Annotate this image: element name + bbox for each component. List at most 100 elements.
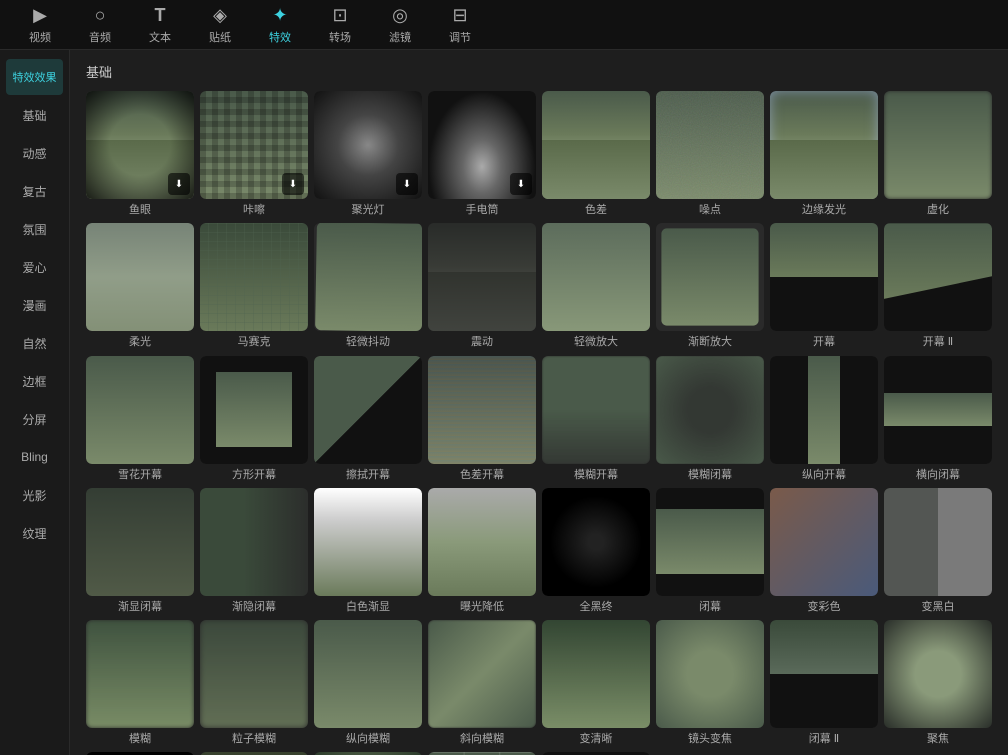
text-icon: T: [155, 5, 166, 26]
audio-icon: ○: [95, 5, 106, 26]
label-blur-open: 模糊开幕: [574, 468, 618, 482]
sidebar-item-retro[interactable]: 复古: [6, 173, 63, 209]
effect-spotlight[interactable]: ⬇ 聚光灯: [314, 91, 422, 217]
effect-white-fade[interactable]: ⬇ 白色渐显: [314, 488, 422, 614]
toolbar-adjust[interactable]: ⊟ 调节: [430, 3, 490, 47]
adjust-icon: ⊟: [452, 5, 467, 26]
effect-open2[interactable]: ⬇ 开幕 Ⅱ: [884, 223, 992, 349]
effect-vertical-open[interactable]: ⬇ 纵向开幕: [770, 356, 878, 482]
effect-snow-open[interactable]: ⬇ 雪花开幕: [86, 356, 194, 482]
effect-grain[interactable]: ⬇ 噪点: [656, 91, 764, 217]
effect-to-bw[interactable]: ⬇ 变黑白: [884, 488, 992, 614]
sidebar-item-nature[interactable]: 自然: [6, 325, 63, 361]
effect-noise[interactable]: ⬇ 咔嚓: [200, 91, 308, 217]
top-toolbar: ▶ 视频 ○ 音频 T 文本 ◈ 贴纸 ✦ 特效 ⊡ 转场 ◎ 滤镜 ⊟ 调节: [0, 0, 1008, 50]
sidebar-item-all-effects[interactable]: 特效效果: [6, 59, 63, 95]
toolbar-audio[interactable]: ○ 音频: [70, 3, 130, 47]
label-to-bw: 变黑白: [922, 600, 955, 614]
effect-blur-close[interactable]: ⬇ 模糊闭幕: [656, 356, 764, 482]
toolbar-text[interactable]: T 文本: [130, 3, 190, 47]
effect-zoom-lens[interactable]: ⬇ 镜头变焦: [656, 620, 764, 746]
label-open1: 开幕: [813, 335, 835, 349]
download-noise[interactable]: ⬇: [282, 173, 304, 195]
toolbar-sticker-label: 贴纸: [209, 29, 231, 45]
effect-color-change[interactable]: ⬇ 变彩色: [770, 488, 878, 614]
label-all-black: 全黑终: [580, 600, 613, 614]
effect-fisheye[interactable]: ⬇ 鱼眼: [86, 91, 194, 217]
sidebar-item-atmosphere[interactable]: 氛围: [6, 211, 63, 247]
download-flashlight[interactable]: ⬇: [510, 173, 532, 195]
label-color-change: 变彩色: [808, 600, 841, 614]
effect-focus[interactable]: ⬇ 聚焦: [884, 620, 992, 746]
effect-open1[interactable]: ⬇ 开幕: [770, 223, 878, 349]
label-flashlight: 手电筒: [466, 203, 499, 217]
effect-particle-blur[interactable]: ⬇ 粒子模糊: [200, 620, 308, 746]
effect-fade-in[interactable]: ⬇ 渐显闭幕: [86, 488, 194, 614]
toolbar-effects-label: 特效: [269, 29, 291, 45]
effect-sharpen[interactable]: ⬇ 变清晰: [542, 620, 650, 746]
label-fade-in: 渐显闭幕: [118, 600, 162, 614]
sidebar-item-split[interactable]: 分屏: [6, 401, 63, 437]
effect-mosaic[interactable]: ⬇ 马赛克: [200, 223, 308, 349]
effect-flashlight[interactable]: ⬇ 手电筒: [428, 91, 536, 217]
label-micro-zoom: 轻微放大: [574, 335, 618, 349]
effect-zoom-out[interactable]: ⬇ 渐断放大: [656, 223, 764, 349]
effect-micro-shake[interactable]: ⬇ 轻微抖动: [314, 223, 422, 349]
sidebar-item-motion[interactable]: 动感: [6, 135, 63, 171]
effect-rub-open[interactable]: ⬇ 擦拭开幕: [314, 356, 422, 482]
sidebar-item-bling[interactable]: Bling: [6, 439, 63, 475]
effects-grid: ⬇ 鱼眼 ⬇ 咔嚓 ⬇ 聚光灯: [86, 91, 992, 755]
sidebar-item-basic[interactable]: 基础: [6, 97, 63, 133]
sidebar-item-light[interactable]: 光影: [6, 477, 63, 513]
effect-blur-all[interactable]: ⬇ 虚化: [884, 91, 992, 217]
effect-blur-open[interactable]: ⬇ 模糊开幕: [542, 356, 650, 482]
label-mosaic: 马赛克: [238, 335, 271, 349]
label-shake: 震动: [471, 335, 493, 349]
download-fisheye[interactable]: ⬇: [168, 173, 190, 195]
label-spotlight: 聚光灯: [352, 203, 385, 217]
label-grain: 噪点: [699, 203, 721, 217]
effect-overexpose[interactable]: ⬇ 曝光降低: [428, 488, 536, 614]
label-zoom-lens: 镜头变焦: [688, 732, 732, 746]
effect-micro-zoom[interactable]: ⬇ 轻微放大: [542, 223, 650, 349]
label-white-fade: 白色渐显: [346, 600, 390, 614]
effect-soft-light[interactable]: ⬇ 柔光: [86, 223, 194, 349]
effect-horizontal-close[interactable]: ⬇ 横向闭幕: [884, 356, 992, 482]
toolbar-filter[interactable]: ◎ 滤镜: [370, 3, 430, 47]
effect-shake[interactable]: ⬇ 震动: [428, 223, 536, 349]
toolbar-effects[interactable]: ✦ 特效: [250, 3, 310, 47]
label-blur-all: 虚化: [927, 203, 949, 217]
label-fade-out: 渐隐闭幕: [232, 600, 276, 614]
label-focus: 聚焦: [927, 732, 949, 746]
label-square-open: 方形开幕: [232, 468, 276, 482]
label-rub-open: 擦拭开幕: [346, 468, 390, 482]
effect-fade-out[interactable]: ⬇ 渐隐闭幕: [200, 488, 308, 614]
label-micro-shake: 轻微抖动: [346, 335, 390, 349]
toolbar-sticker[interactable]: ◈ 贴纸: [190, 3, 250, 47]
effect-square-open[interactable]: ⬇ 方形开幕: [200, 356, 308, 482]
label-soft-light: 柔光: [129, 335, 151, 349]
download-spotlight[interactable]: ⬇: [396, 173, 418, 195]
sidebar-item-comic[interactable]: 漫画: [6, 287, 63, 323]
sidebar-item-love[interactable]: 爱心: [6, 249, 63, 285]
toolbar-video-label: 视频: [29, 29, 51, 45]
content-area: 基础 ⬇ 鱼眼 ⬇ 咔嚓 ⬇: [70, 50, 1008, 755]
effect-close[interactable]: ⬇ 闭幕: [656, 488, 764, 614]
effect-chroma[interactable]: ⬇ 色差: [542, 91, 650, 217]
toolbar-transitions[interactable]: ⊡ 转场: [310, 3, 370, 47]
sidebar: 特效效果 基础 动感 复古 氛围 爱心 漫画 自然 边框 分屏 Bling 光影…: [0, 50, 70, 755]
effect-edge-glow[interactable]: ⬇ 边缘发光: [770, 91, 878, 217]
sidebar-item-frame[interactable]: 边框: [6, 363, 63, 399]
effect-chroma-open[interactable]: ⬇ 色差开幕: [428, 356, 536, 482]
effect-fade2[interactable]: ⬇ 闭幕 Ⅱ: [770, 620, 878, 746]
sidebar-item-texture[interactable]: 纹理: [6, 515, 63, 551]
label-diagonal-blur: 斜向模糊: [460, 732, 504, 746]
toolbar-audio-label: 音频: [89, 29, 111, 45]
effect-vertical-blur[interactable]: ⬇ 纵向模糊: [314, 620, 422, 746]
label-particle-blur: 粒子模糊: [232, 732, 276, 746]
effect-all-black[interactable]: ⬇ 全黑终: [542, 488, 650, 614]
toolbar-filter-label: 滤镜: [389, 29, 411, 45]
effect-diagonal-blur[interactable]: ⬇ 斜向模糊: [428, 620, 536, 746]
effect-motion-blur[interactable]: ⬇ 模糊: [86, 620, 194, 746]
toolbar-video[interactable]: ▶ 视频: [10, 3, 70, 47]
